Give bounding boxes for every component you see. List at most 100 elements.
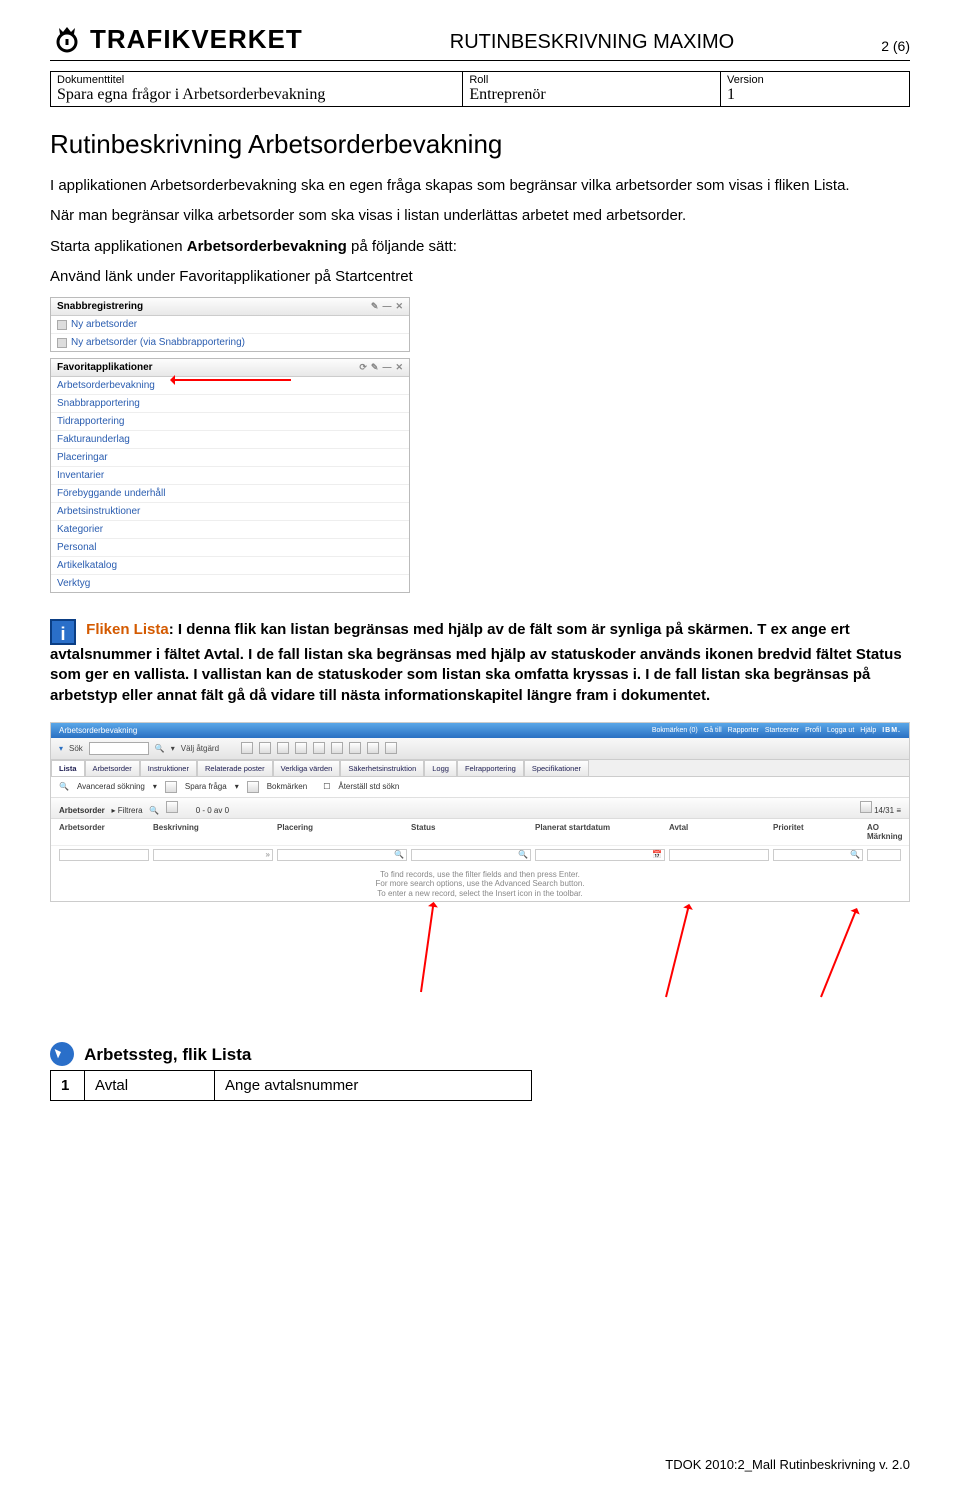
search-input[interactable] bbox=[89, 742, 149, 755]
fav-row-1[interactable]: Snabbrapportering bbox=[51, 395, 409, 413]
top-link-2[interactable]: Rapporter bbox=[728, 727, 759, 734]
page-header: TRAFIKVERKET RUTINBESKRIVNING MAXIMO 2 (… bbox=[50, 22, 910, 61]
filter-prioritet[interactable]: 🔍 bbox=[773, 849, 863, 861]
col-markning[interactable]: AO Märkning bbox=[867, 823, 903, 841]
col-status[interactable]: Status bbox=[411, 823, 531, 841]
step-arrow-icon bbox=[50, 1042, 74, 1066]
bookmarks[interactable]: Bokmärken bbox=[267, 782, 307, 791]
edit-icon[interactable]: ✎ bbox=[371, 362, 379, 373]
filter-beskrivning[interactable]: » bbox=[153, 849, 273, 861]
adv-search[interactable]: Avancerad sökning bbox=[77, 782, 145, 791]
top-link-6[interactable]: Hjälp bbox=[860, 727, 876, 734]
minimize-icon[interactable]: — bbox=[382, 362, 391, 373]
meta-title-value: Spara egna frågor i Arbetsorderbevakning bbox=[57, 86, 456, 104]
top-link-1[interactable]: Gå till bbox=[704, 727, 722, 734]
close-icon[interactable]: ✕ bbox=[395, 301, 403, 312]
minimize-icon[interactable]: — bbox=[382, 301, 391, 312]
filter-placering[interactable]: 🔍 bbox=[277, 849, 407, 861]
filter-markning[interactable] bbox=[867, 849, 901, 861]
tab-sakerhet[interactable]: Säkerhetsinstruktion bbox=[340, 760, 424, 776]
filter-status[interactable]: 🔍 bbox=[411, 849, 531, 861]
maximo-app-title: Arbetsorderbevakning bbox=[59, 726, 137, 735]
snabb-title: Snabbregistrering bbox=[57, 301, 143, 312]
fav-row-3[interactable]: Fakturaunderlag bbox=[51, 431, 409, 449]
hint-1: To find records, use the filter fields a… bbox=[51, 870, 909, 880]
toolbar-btn-1[interactable] bbox=[241, 742, 253, 754]
search-icon[interactable]: 🔍 bbox=[149, 806, 159, 815]
edit-icon[interactable]: ✎ bbox=[371, 301, 379, 312]
info-lead: Fliken Lista bbox=[86, 621, 169, 638]
p2a: Starta applikationen bbox=[50, 238, 187, 255]
annotation-arrows bbox=[50, 902, 910, 1002]
refresh-icon[interactable]: ⟳ bbox=[359, 362, 367, 373]
fav-row-4[interactable]: Placeringar bbox=[51, 449, 409, 467]
intro-para-3: Starta applikationen Arbetsorderbevaknin… bbox=[50, 237, 910, 257]
step-row-1: 1 Avtal Ange avtalsnummer bbox=[51, 1070, 532, 1100]
download-icon[interactable] bbox=[860, 801, 872, 813]
info-icon: i bbox=[50, 619, 76, 645]
snabb-row-0[interactable]: Ny arbetsorder bbox=[51, 316, 409, 334]
col-arbetsorder[interactable]: Arbetsorder bbox=[59, 823, 149, 841]
filter-planerat[interactable]: 📅 bbox=[535, 849, 665, 861]
tab-spec[interactable]: Specifikationer bbox=[524, 760, 589, 776]
col-avtal[interactable]: Avtal bbox=[669, 823, 769, 841]
close-icon[interactable]: ✕ bbox=[395, 362, 403, 373]
toolbar-btn-7[interactable] bbox=[349, 742, 361, 754]
col-placering[interactable]: Placering bbox=[277, 823, 407, 841]
tab-relaterade[interactable]: Relaterade poster bbox=[197, 760, 273, 776]
bookmark-icon[interactable] bbox=[247, 781, 259, 793]
fav-row-10[interactable]: Artikelkatalog bbox=[51, 557, 409, 575]
fav-row-6[interactable]: Förebyggande underhåll bbox=[51, 485, 409, 503]
tab-instruktioner[interactable]: Instruktioner bbox=[140, 760, 197, 776]
tab-felrapport[interactable]: Felrapportering bbox=[457, 760, 524, 776]
fav-row-0[interactable]: Arbetsorderbevakning bbox=[51, 377, 409, 395]
doc-kind: RUTINBESKRIVNING MAXIMO bbox=[303, 31, 881, 56]
col-beskrivning[interactable]: Beskrivning bbox=[153, 823, 273, 841]
filter-arbetsorder[interactable] bbox=[59, 849, 149, 861]
snabb-row-1[interactable]: Ny arbetsorder (via Snabbrapportering) bbox=[51, 334, 409, 351]
fav-row-5[interactable]: Inventarier bbox=[51, 467, 409, 485]
tab-arbetsorder[interactable]: Arbetsorder bbox=[85, 760, 140, 776]
toolbar-btn-3[interactable] bbox=[277, 742, 289, 754]
top-link-4[interactable]: Profil bbox=[805, 727, 821, 734]
top-link-0[interactable]: Bokmärken (0) bbox=[652, 727, 698, 734]
top-link-5[interactable]: Logga ut bbox=[827, 727, 854, 734]
toolbar-btn-5[interactable] bbox=[313, 742, 325, 754]
p2b: Arbetsorderbevakning bbox=[187, 238, 347, 255]
toolbar-btn-8[interactable] bbox=[367, 742, 379, 754]
fav-row-7[interactable]: Arbetsinstruktioner bbox=[51, 503, 409, 521]
fav-row-11[interactable]: Verktyg bbox=[51, 575, 409, 592]
search-label: Sök bbox=[69, 744, 83, 753]
toolbar-btn-9[interactable] bbox=[385, 742, 397, 754]
filter-avtal[interactable] bbox=[669, 849, 769, 861]
toolbar-btn-2[interactable] bbox=[259, 742, 271, 754]
top-link-3[interactable]: Startcenter bbox=[765, 727, 799, 734]
fav-row-2[interactable]: Tidrapportering bbox=[51, 413, 409, 431]
red-arrow-2-icon bbox=[665, 904, 690, 997]
section-label: Arbetsorder bbox=[59, 806, 105, 815]
tab-logg[interactable]: Logg bbox=[424, 760, 457, 776]
search-icon[interactable]: 🔍 bbox=[59, 782, 69, 791]
save-query[interactable]: Spara fråga bbox=[185, 782, 227, 791]
tab-lista[interactable]: Lista bbox=[51, 760, 85, 776]
fav-row-9[interactable]: Personal bbox=[51, 539, 409, 557]
maximo-section-header: Arbetsorder ▸ Filtrera 🔍 0 - 0 av 0 14/3… bbox=[51, 798, 909, 819]
filter-label[interactable]: Filtrera bbox=[118, 806, 143, 815]
search-icon[interactable]: 🔍 bbox=[155, 744, 165, 753]
toolbar-btn-6[interactable] bbox=[331, 742, 343, 754]
toolbar-btn-4[interactable] bbox=[295, 742, 307, 754]
tab-verkliga[interactable]: Verkliga värden bbox=[273, 760, 341, 776]
fav-row-10-label: Artikelkatalog bbox=[57, 560, 117, 571]
col-prioritet[interactable]: Prioritet bbox=[773, 823, 863, 841]
footer-text: TDOK 2010:2_Mall Rutinbeskrivning v. 2.0 bbox=[665, 1457, 910, 1472]
red-arrow-3-icon bbox=[820, 908, 857, 997]
fav-row-8[interactable]: Kategorier bbox=[51, 521, 409, 539]
maximo-filter-row: » 🔍 🔍 📅 🔍 bbox=[51, 846, 909, 864]
grid-icon[interactable] bbox=[166, 801, 178, 813]
save-icon[interactable] bbox=[165, 781, 177, 793]
reset-filter[interactable]: Återställ std sökn bbox=[338, 782, 399, 791]
hint-2: For more search options, use the Advance… bbox=[51, 879, 909, 889]
col-planerat[interactable]: Planerat startdatum bbox=[535, 823, 665, 841]
meta-title-label: Dokumenttitel bbox=[57, 74, 456, 86]
action-dropdown[interactable]: Välj åtgärd bbox=[181, 744, 219, 753]
